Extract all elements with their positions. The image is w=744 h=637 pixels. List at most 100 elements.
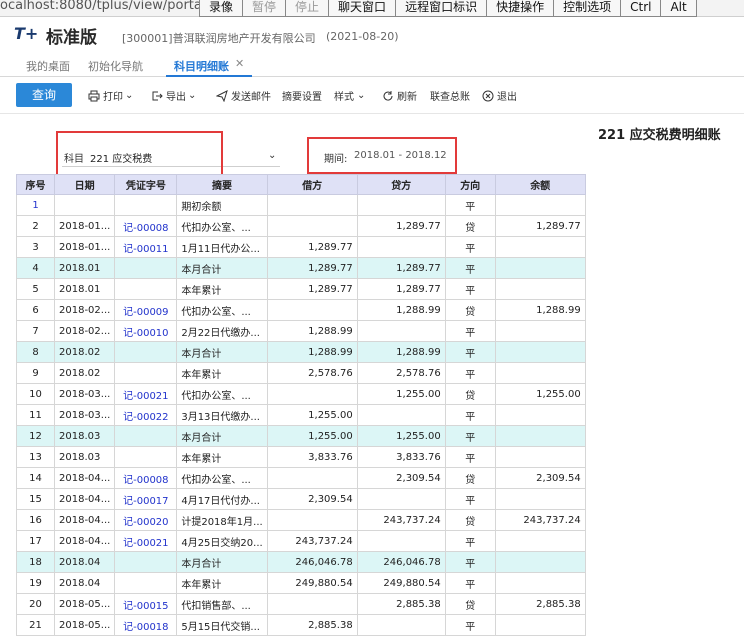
table-row[interactable]: 14 2018-04... 记-00008 代扣办公室、... 2,309.54 贷 2,3… — [16, 467, 586, 489]
remote-control-options-button[interactable]: 控制选项 — [553, 0, 622, 17]
debit-cell: 249,880.54 — [266, 572, 358, 594]
export-button[interactable]: 导出 ⌄ — [151, 88, 196, 103]
summary-cell: 计提2018年1月... — [176, 509, 268, 531]
address-bar[interactable]: ocalhost:8080/tplus/view/portal/pu — [0, 0, 226, 13]
table-row[interactable]: 5 2018.01 本年累计 1,289.77 1,289.77 平 — [16, 278, 586, 300]
voucher-link[interactable]: 记-00009 — [114, 299, 178, 321]
table-row[interactable]: 21 2018-05... 记-00018 5月15日代交销... 2,885.38 平 — [16, 614, 586, 636]
column-header[interactable]: 序号 — [16, 174, 55, 195]
voucher-link[interactable]: 记-00020 — [114, 509, 178, 531]
direction-cell: 平 — [444, 530, 496, 552]
date-cell: 2018-02... — [53, 320, 116, 342]
date-cell: 2018.03 — [53, 425, 116, 447]
column-header[interactable]: 凭证字号 — [114, 174, 178, 195]
voucher-link[interactable]: 记-00008 — [114, 467, 178, 489]
tab-my-desktop[interactable]: 我的桌面 — [26, 58, 70, 74]
summary-cell: 本年累计 — [176, 446, 268, 468]
column-header[interactable]: 摘要 — [176, 174, 268, 195]
table-row[interactable]: 8 2018.02 本月合计 1,288.99 1,288.99 平 — [16, 341, 586, 363]
table-row[interactable]: 13 2018.03 本年累计 3,833.76 3,833.76 平 — [16, 446, 586, 468]
date-cell: 2018.02 — [53, 341, 116, 363]
debit-cell: 1,289.77 — [266, 257, 358, 279]
debit-cell — [266, 194, 358, 216]
credit-cell: 3,833.76 — [356, 446, 446, 468]
table-row[interactable]: 12 2018.03 本月合计 1,255.00 1,255.00 平 — [16, 425, 586, 447]
remote-pause-button[interactable]: 暂停 — [242, 0, 287, 17]
summary-cell: 本月合计 — [176, 425, 268, 447]
print-button[interactable]: 打印 ⌄ — [88, 88, 133, 103]
remote-alt-button[interactable]: Alt — [660, 0, 697, 17]
link-ledger-button[interactable]: 联查总账 — [430, 88, 470, 103]
column-header[interactable]: 日期 — [53, 174, 116, 195]
balance-cell — [494, 236, 586, 258]
table-row[interactable]: 19 2018.04 本年累计 249,880.54 249,880.54 平 — [16, 572, 586, 594]
table-row[interactable]: 7 2018-02... 记-00010 2月22日代缴办... 1,288.99 平 — [16, 320, 586, 342]
table-row[interactable]: 11 2018-03... 记-00022 3月13日代缴办... 1,255.00 平 — [16, 404, 586, 426]
refresh-button[interactable]: 刷新 — [382, 88, 417, 103]
chevron-down-icon: ⌄ — [125, 90, 134, 101]
voucher-link[interactable]: 记-00010 — [114, 320, 178, 342]
tab-init-guide[interactable]: 初始化导航 — [88, 58, 143, 74]
table-row[interactable]: 17 2018-04... 记-00021 4月25日交纳20... 243,737.2… — [16, 530, 586, 552]
direction-cell: 平 — [444, 614, 496, 636]
remote-record-button[interactable]: 录像 — [199, 0, 244, 17]
table-row[interactable]: 4 2018.01 本月合计 1,289.77 1,289.77 平 — [16, 257, 586, 279]
credit-cell: 243,737.24 — [356, 509, 446, 531]
column-header[interactable]: 借方 — [266, 174, 358, 195]
query-button[interactable]: 查询 — [16, 83, 72, 107]
exit-button[interactable]: 退出 — [482, 88, 517, 103]
voucher-link[interactable]: 记-00021 — [114, 383, 178, 405]
table-row[interactable]: 2 2018-01... 记-00008 代扣办公室、... 1,289.77 贷 1,28… — [16, 215, 586, 237]
table-row[interactable]: 1 期初余额 平 — [16, 194, 586, 216]
column-header[interactable]: 方向 — [444, 174, 496, 195]
balance-cell: 2,309.54 — [494, 467, 586, 489]
credit-cell: 1,288.99 — [356, 341, 446, 363]
debit-cell — [266, 593, 358, 615]
table-row[interactable]: 20 2018-05... 记-00015 代扣销售部、... 2,885.38 贷 2,8… — [16, 593, 586, 615]
tab-subject-ledger[interactable]: 科目明细账 — [174, 58, 229, 74]
printer-icon — [88, 90, 100, 101]
remote-window-id-button[interactable]: 远程窗口标识 — [395, 0, 488, 17]
close-icon[interactable]: ✕ — [235, 57, 244, 70]
summary-settings-button[interactable]: 摘要设置 — [282, 88, 322, 103]
column-header[interactable]: 余额 — [494, 174, 586, 195]
seq-cell: 3 — [16, 236, 55, 258]
table-row[interactable]: 3 2018-01... 记-00011 1月11日代办公... 1,289.77 平 — [16, 236, 586, 258]
remote-stop-button[interactable]: 停止 — [285, 0, 330, 17]
date-cell: 2018.03 — [53, 446, 116, 468]
seq-cell: 14 — [16, 467, 55, 489]
remote-chat-button[interactable]: 聊天窗口 — [328, 0, 397, 17]
remote-quick-action-button[interactable]: 快捷操作 — [486, 0, 555, 17]
summary-cell: 本年累计 — [176, 278, 268, 300]
remote-ctrl-button[interactable]: Ctrl — [620, 0, 662, 17]
product-name: 标准版 — [46, 28, 97, 48]
link-ledger-label: 联查总账 — [430, 92, 470, 103]
table-row[interactable]: 18 2018.04 本月合计 246,046.78 246,046.78 平 — [16, 551, 586, 573]
voucher-link[interactable]: 记-00015 — [114, 593, 178, 615]
voucher-link — [114, 257, 178, 279]
seq-cell: 5 — [16, 278, 55, 300]
seq-cell: 6 — [16, 299, 55, 321]
seq-cell: 7 — [16, 320, 55, 342]
voucher-link — [114, 194, 178, 216]
send-email-button[interactable]: 发送邮件 — [216, 88, 271, 103]
credit-cell: 2,885.38 — [356, 593, 446, 615]
voucher-link[interactable]: 记-00022 — [114, 404, 178, 426]
table-row[interactable]: 9 2018.02 本年累计 2,578.76 2,578.76 平 — [16, 362, 586, 384]
chevron-down-icon[interactable]: ⌄ — [268, 150, 276, 161]
voucher-link[interactable]: 记-00018 — [114, 614, 178, 636]
report-title: 221 应交税费明细账 — [598, 128, 721, 143]
balance-cell — [494, 530, 586, 552]
table-row[interactable]: 16 2018-04... 记-00020 计提2018年1月... 243,737.2… — [16, 509, 586, 531]
style-button[interactable]: 样式 ⌄ — [334, 88, 365, 103]
voucher-link[interactable]: 记-00021 — [114, 530, 178, 552]
voucher-link[interactable]: 记-00008 — [114, 215, 178, 237]
table-row[interactable]: 15 2018-04... 记-00017 4月17日代付办... 2,309.54 平 — [16, 488, 586, 510]
refresh-icon — [383, 90, 393, 101]
seq-cell: 19 — [16, 572, 55, 594]
table-row[interactable]: 6 2018-02... 记-00009 代扣办公室、... 1,288.99 贷 1,28… — [16, 299, 586, 321]
column-header[interactable]: 贷方 — [356, 174, 446, 195]
voucher-link[interactable]: 记-00017 — [114, 488, 178, 510]
table-row[interactable]: 10 2018-03... 记-00021 代扣办公室、... 1,255.00 贷 1,2… — [16, 383, 586, 405]
voucher-link[interactable]: 记-00011 — [114, 236, 178, 258]
